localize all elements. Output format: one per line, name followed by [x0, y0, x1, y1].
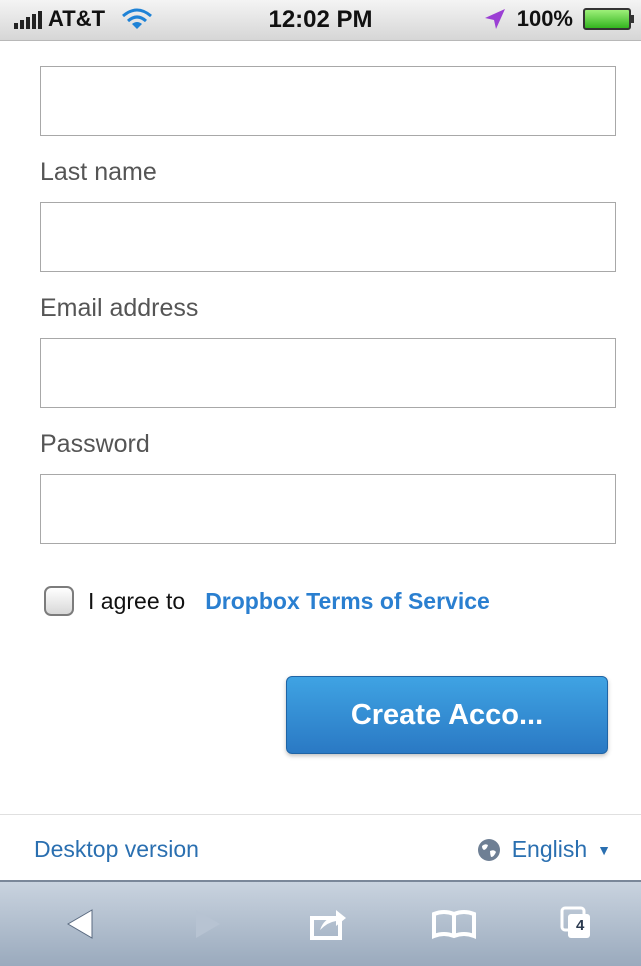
- terms-agree-row: I agree to Dropbox Terms of Service: [44, 586, 490, 616]
- back-button[interactable]: [58, 902, 106, 946]
- bookmarks-icon: [432, 910, 476, 939]
- password-input[interactable]: [40, 474, 616, 544]
- browser-toolbar: 4: [0, 880, 641, 966]
- share-button[interactable]: [304, 902, 352, 946]
- desktop-version-link[interactable]: Desktop version: [34, 836, 199, 863]
- globe-icon: [477, 838, 500, 861]
- terms-of-service-link[interactable]: Dropbox Terms of Service: [205, 588, 490, 615]
- agree-text: I agree to: [88, 587, 186, 614]
- back-icon: [67, 909, 93, 939]
- footer-divider: [0, 814, 641, 815]
- password-label: Password: [40, 430, 150, 458]
- status-bar: AT&T 12:02 PM 100%: [0, 0, 641, 41]
- location-arrow-icon: [484, 9, 505, 29]
- chevron-down-icon: ▼: [597, 841, 611, 858]
- language-selector[interactable]: English ▼: [476, 836, 611, 863]
- tabs-count: 4: [576, 917, 585, 934]
- email-address-label: Email address: [40, 294, 199, 322]
- tabs-button[interactable]: 4: [552, 902, 600, 946]
- bookmarks-button[interactable]: [430, 902, 478, 946]
- battery-icon: [583, 8, 634, 30]
- status-right: 100%: [483, 6, 634, 32]
- language-label: English: [511, 836, 588, 862]
- last-name-label: Last name: [40, 158, 157, 186]
- forward-button[interactable]: [182, 902, 230, 946]
- email-input[interactable]: [40, 338, 616, 408]
- create-account-button[interactable]: Create Acco...: [286, 676, 608, 754]
- terms-checkbox[interactable]: [44, 586, 74, 616]
- last-name-input[interactable]: [40, 202, 616, 272]
- share-icon: [310, 910, 346, 940]
- battery-percent: 100%: [516, 6, 573, 31]
- first-name-input[interactable]: [40, 66, 616, 136]
- forward-icon: [196, 910, 220, 938]
